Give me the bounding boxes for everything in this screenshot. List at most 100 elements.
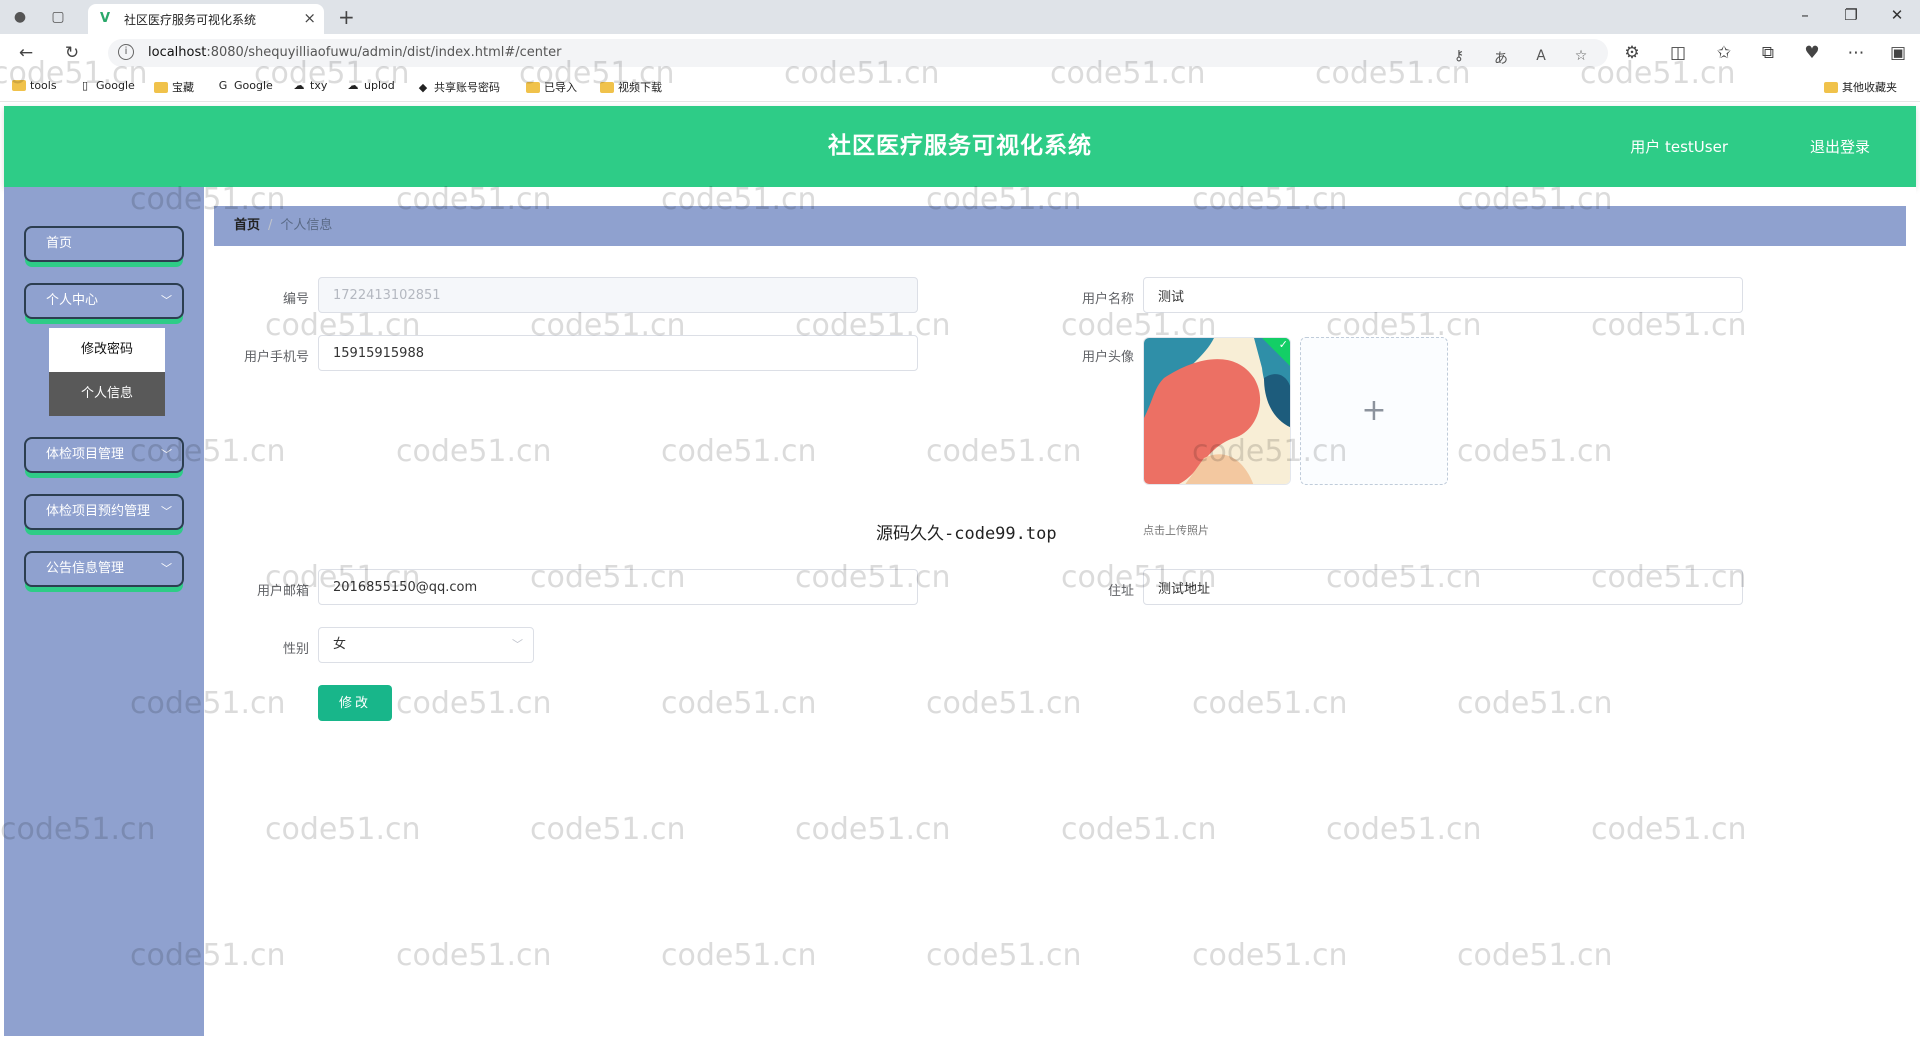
folder-icon	[526, 81, 540, 93]
bookmark-label: tools	[30, 79, 57, 92]
bookmark-video-download[interactable]: 视频下载	[600, 79, 662, 95]
sidebar-item-announcements[interactable]: 公告信息管理 ﹀	[24, 551, 184, 587]
app-title: 社区医疗服务可视化系统	[828, 133, 1092, 159]
sidebar-item-home[interactable]: 首页	[24, 226, 184, 262]
app-header: 社区医疗服务可视化系统 用户 testUser 退出登录	[4, 106, 1916, 187]
site-info-icon[interactable]: i	[118, 44, 134, 60]
translate-icon[interactable]: あ	[1490, 48, 1512, 68]
close-window-icon[interactable]: ✕	[1882, 6, 1912, 24]
sidebar: 首页 个人中心 ﹀ 修改密码 个人信息 体检项目管理 ﹀ 体检项目预约管理 ﹀ …	[4, 187, 204, 1036]
more-menu-icon[interactable]: ⋯	[1844, 41, 1868, 65]
chevron-down-icon: ﹀	[161, 448, 172, 461]
chevron-down-icon: ﹀	[161, 505, 172, 518]
sidebar-toggle-icon[interactable]: ▣	[1886, 41, 1910, 65]
email-field[interactable]	[318, 569, 918, 605]
site-icon: ◆	[418, 80, 428, 94]
url-text[interactable]: localhost:8080/shequyilliaofuwu/admin/di…	[148, 45, 561, 60]
bookmark-label: 共享账号密码	[434, 81, 500, 94]
promo-text: 源码久久-code99.top	[876, 524, 1057, 544]
refresh-icon[interactable]: ↻	[60, 41, 84, 65]
breadcrumb: 首页 / 个人信息	[214, 206, 1906, 246]
bookmark-tools[interactable]: tools	[12, 79, 57, 92]
address-label: 住址	[1107, 584, 1134, 599]
avatar-upload-button[interactable]: +	[1300, 337, 1448, 485]
page-icon: ▯	[81, 79, 89, 92]
update-button[interactable]: 修改	[318, 685, 392, 721]
sidebar-item-checkup-appointments[interactable]: 体检项目预约管理 ﹀	[24, 494, 184, 530]
submenu-item-personal-info[interactable]: 个人信息	[49, 372, 165, 416]
upload-tip: 点击上传照片	[1143, 524, 1209, 537]
bookmark-shared-accounts[interactable]: ◆ 共享账号密码	[416, 79, 500, 95]
bookmark-label: 其他收藏夹	[1842, 81, 1897, 94]
browser-tab[interactable]: V 社区医疗服务可视化系统 ×	[88, 4, 324, 34]
favorite-star-icon[interactable]: ☆	[1570, 48, 1592, 64]
profile-icon[interactable]: ●	[10, 7, 30, 27]
browser-nav-bar: ← ↻ i localhost:8080/shequyilliaofuwu/ad…	[0, 34, 1920, 72]
breadcrumb-separator: /	[268, 218, 273, 233]
main-content: 首页/个人信息 编号 用户名称 用户手机号 用户头像 ✓ + 源码久久-cod	[204, 187, 1916, 1036]
vue-favicon-icon: V	[100, 11, 111, 26]
back-icon[interactable]: ←	[14, 41, 38, 65]
submenu-item-change-password[interactable]: 修改密码	[49, 328, 165, 372]
url-host: localhost	[148, 45, 207, 60]
breadcrumb-home[interactable]: 首页	[234, 218, 260, 233]
bookmark-uplod[interactable]: ☁ uplod	[346, 79, 395, 92]
current-user-label: 用户 testUser	[1630, 138, 1728, 156]
extensions-icon[interactable]: ⚙	[1620, 41, 1644, 65]
bookmark-google[interactable]: G Google	[216, 79, 273, 92]
sidebar-item-personal-center[interactable]: 个人中心 ﹀	[24, 283, 184, 319]
favorites-icon[interactable]: ✩	[1712, 41, 1736, 65]
new-tab-icon[interactable]: +	[338, 5, 355, 29]
restore-icon[interactable]: ❐	[1836, 6, 1866, 24]
minimize-icon[interactable]: –	[1790, 6, 1820, 24]
folder-icon	[12, 80, 26, 91]
google-icon: G	[218, 79, 228, 92]
bookmark-label: 宝藏	[172, 81, 194, 94]
address-bar[interactable]: i localhost:8080/shequyilliaofuwu/admin/…	[108, 39, 1608, 67]
sidebar-item-label: 个人中心	[46, 293, 99, 308]
gender-select[interactable]: 女 ﹀	[318, 627, 534, 663]
bookmark-label: Google	[234, 79, 273, 92]
bookmark-label: Google	[96, 79, 135, 92]
avatar-label: 用户头像	[1081, 350, 1134, 365]
bookmark-baozang[interactable]: 宝藏	[154, 79, 194, 95]
url-path: :8080/shequyilliaofuwu/admin/dist/index.…	[206, 45, 562, 60]
sidebar-item-label: 体检项目管理	[46, 447, 125, 462]
sidebar-item-label: 公告信息管理	[46, 561, 125, 576]
folder-icon	[154, 81, 168, 93]
bookmark-imported[interactable]: 已导入	[526, 79, 577, 95]
cloud-icon: ☁	[293, 79, 305, 92]
chevron-down-icon: ﹀	[512, 638, 523, 651]
password-key-icon[interactable]: ⚷	[1448, 48, 1470, 64]
address-field[interactable]	[1143, 569, 1743, 605]
username-label: 用户名称	[1081, 292, 1134, 307]
logout-link[interactable]: 退出登录	[1810, 136, 1870, 157]
bookmark-google-page[interactable]: ▯ Google	[78, 79, 135, 92]
phone-field[interactable]	[318, 335, 918, 371]
bookmark-txy[interactable]: ☁ txy	[292, 79, 328, 92]
id-field	[318, 277, 918, 313]
bookmarks-bar: tools ▯ Google 宝藏 G Google ☁ txy ☁ uplod ◆ 共享…	[0, 72, 1920, 102]
avatar-image[interactable]: ✓	[1143, 337, 1291, 485]
read-aloud-icon[interactable]: A	[1530, 48, 1552, 64]
tab-title: 社区医疗服务可视化系统	[124, 13, 257, 27]
cloud-icon: ☁	[347, 79, 359, 92]
tab-actions-icon[interactable]: ▢	[48, 7, 68, 27]
id-label: 编号	[282, 292, 309, 307]
collections-icon[interactable]: ⧉	[1756, 41, 1780, 65]
close-tab-icon[interactable]: ×	[303, 9, 316, 27]
gender-label: 性别	[282, 642, 309, 657]
personal-center-submenu: 修改密码 个人信息	[49, 328, 165, 416]
bookmark-label: 已导入	[544, 81, 577, 94]
sidebar-item-checkup-projects[interactable]: 体检项目管理 ﹀	[24, 437, 184, 473]
bookmark-label: 视频下载	[618, 81, 662, 94]
split-screen-icon[interactable]: ◫	[1666, 41, 1690, 65]
folder-icon	[600, 81, 614, 93]
bookmark-other-favorites[interactable]: 其他收藏夹	[1824, 79, 1897, 95]
check-icon: ✓	[1278, 338, 1288, 351]
username-field[interactable]	[1143, 277, 1743, 313]
chevron-down-icon: ﹀	[161, 294, 172, 307]
app-root: 社区医疗服务可视化系统 用户 testUser 退出登录 首页 个人中心 ﹀ 修…	[4, 106, 1916, 1036]
browser-essentials-icon[interactable]: ♥	[1800, 41, 1824, 65]
sidebar-item-label: 体检项目预约管理	[46, 504, 151, 519]
